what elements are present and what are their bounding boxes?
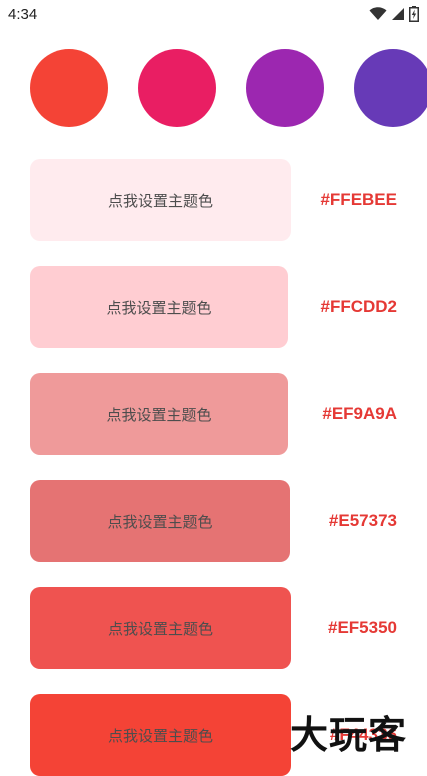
- status-icons: [369, 6, 419, 22]
- swatch-purple[interactable]: [246, 49, 324, 127]
- wifi-icon: [369, 7, 387, 20]
- set-theme-button-label: 点我设置主题色: [106, 405, 212, 424]
- hex-code-label: #EF5350: [328, 618, 397, 637]
- hex-code-label: #E57373: [328, 511, 397, 530]
- set-theme-button-label: 点我设置主题色: [106, 298, 212, 317]
- hex-code-label: #EF9A9A: [322, 404, 397, 423]
- color-row: 点我设置主题色 #FFCDD2: [0, 266, 427, 348]
- set-theme-button[interactable]: 点我设置主题色: [30, 266, 288, 348]
- swatch-red[interactable]: [30, 49, 108, 127]
- set-theme-button[interactable]: 点我设置主题色: [30, 480, 290, 562]
- status-time: 4:34: [8, 6, 38, 23]
- cellular-signal-icon: [392, 8, 404, 20]
- set-theme-button-label: 点我设置主题色: [107, 191, 213, 210]
- color-row: 点我设置主题色 #FFEBEE: [0, 159, 427, 241]
- hex-code-label: #FFCDD2: [320, 297, 397, 316]
- battery-icon: [409, 6, 419, 22]
- swatch-pink[interactable]: [138, 49, 216, 127]
- color-row: 点我设置主题色 #EF9A9A: [0, 373, 427, 455]
- set-theme-button[interactable]: 点我设置主题色: [30, 159, 291, 241]
- watermark: 大玩客: [290, 713, 408, 757]
- set-theme-button[interactable]: 点我设置主题色: [30, 694, 291, 776]
- color-row: 点我设置主题色 #E57373: [0, 480, 427, 562]
- set-theme-button[interactable]: 点我设置主题色: [30, 373, 288, 455]
- hex-code-label: #FFEBEE: [320, 190, 397, 209]
- theme-swatch-row: [30, 49, 427, 127]
- set-theme-button-label: 点我设置主题色: [107, 726, 213, 745]
- color-row: 点我设置主题色 #EF5350: [0, 587, 427, 669]
- status-bar: 4:34: [0, 0, 427, 32]
- set-theme-button-label: 点我设置主题色: [107, 512, 213, 531]
- set-theme-button[interactable]: 点我设置主题色: [30, 587, 291, 669]
- swatch-deep-purple[interactable]: [354, 49, 427, 127]
- set-theme-button-label: 点我设置主题色: [107, 619, 213, 638]
